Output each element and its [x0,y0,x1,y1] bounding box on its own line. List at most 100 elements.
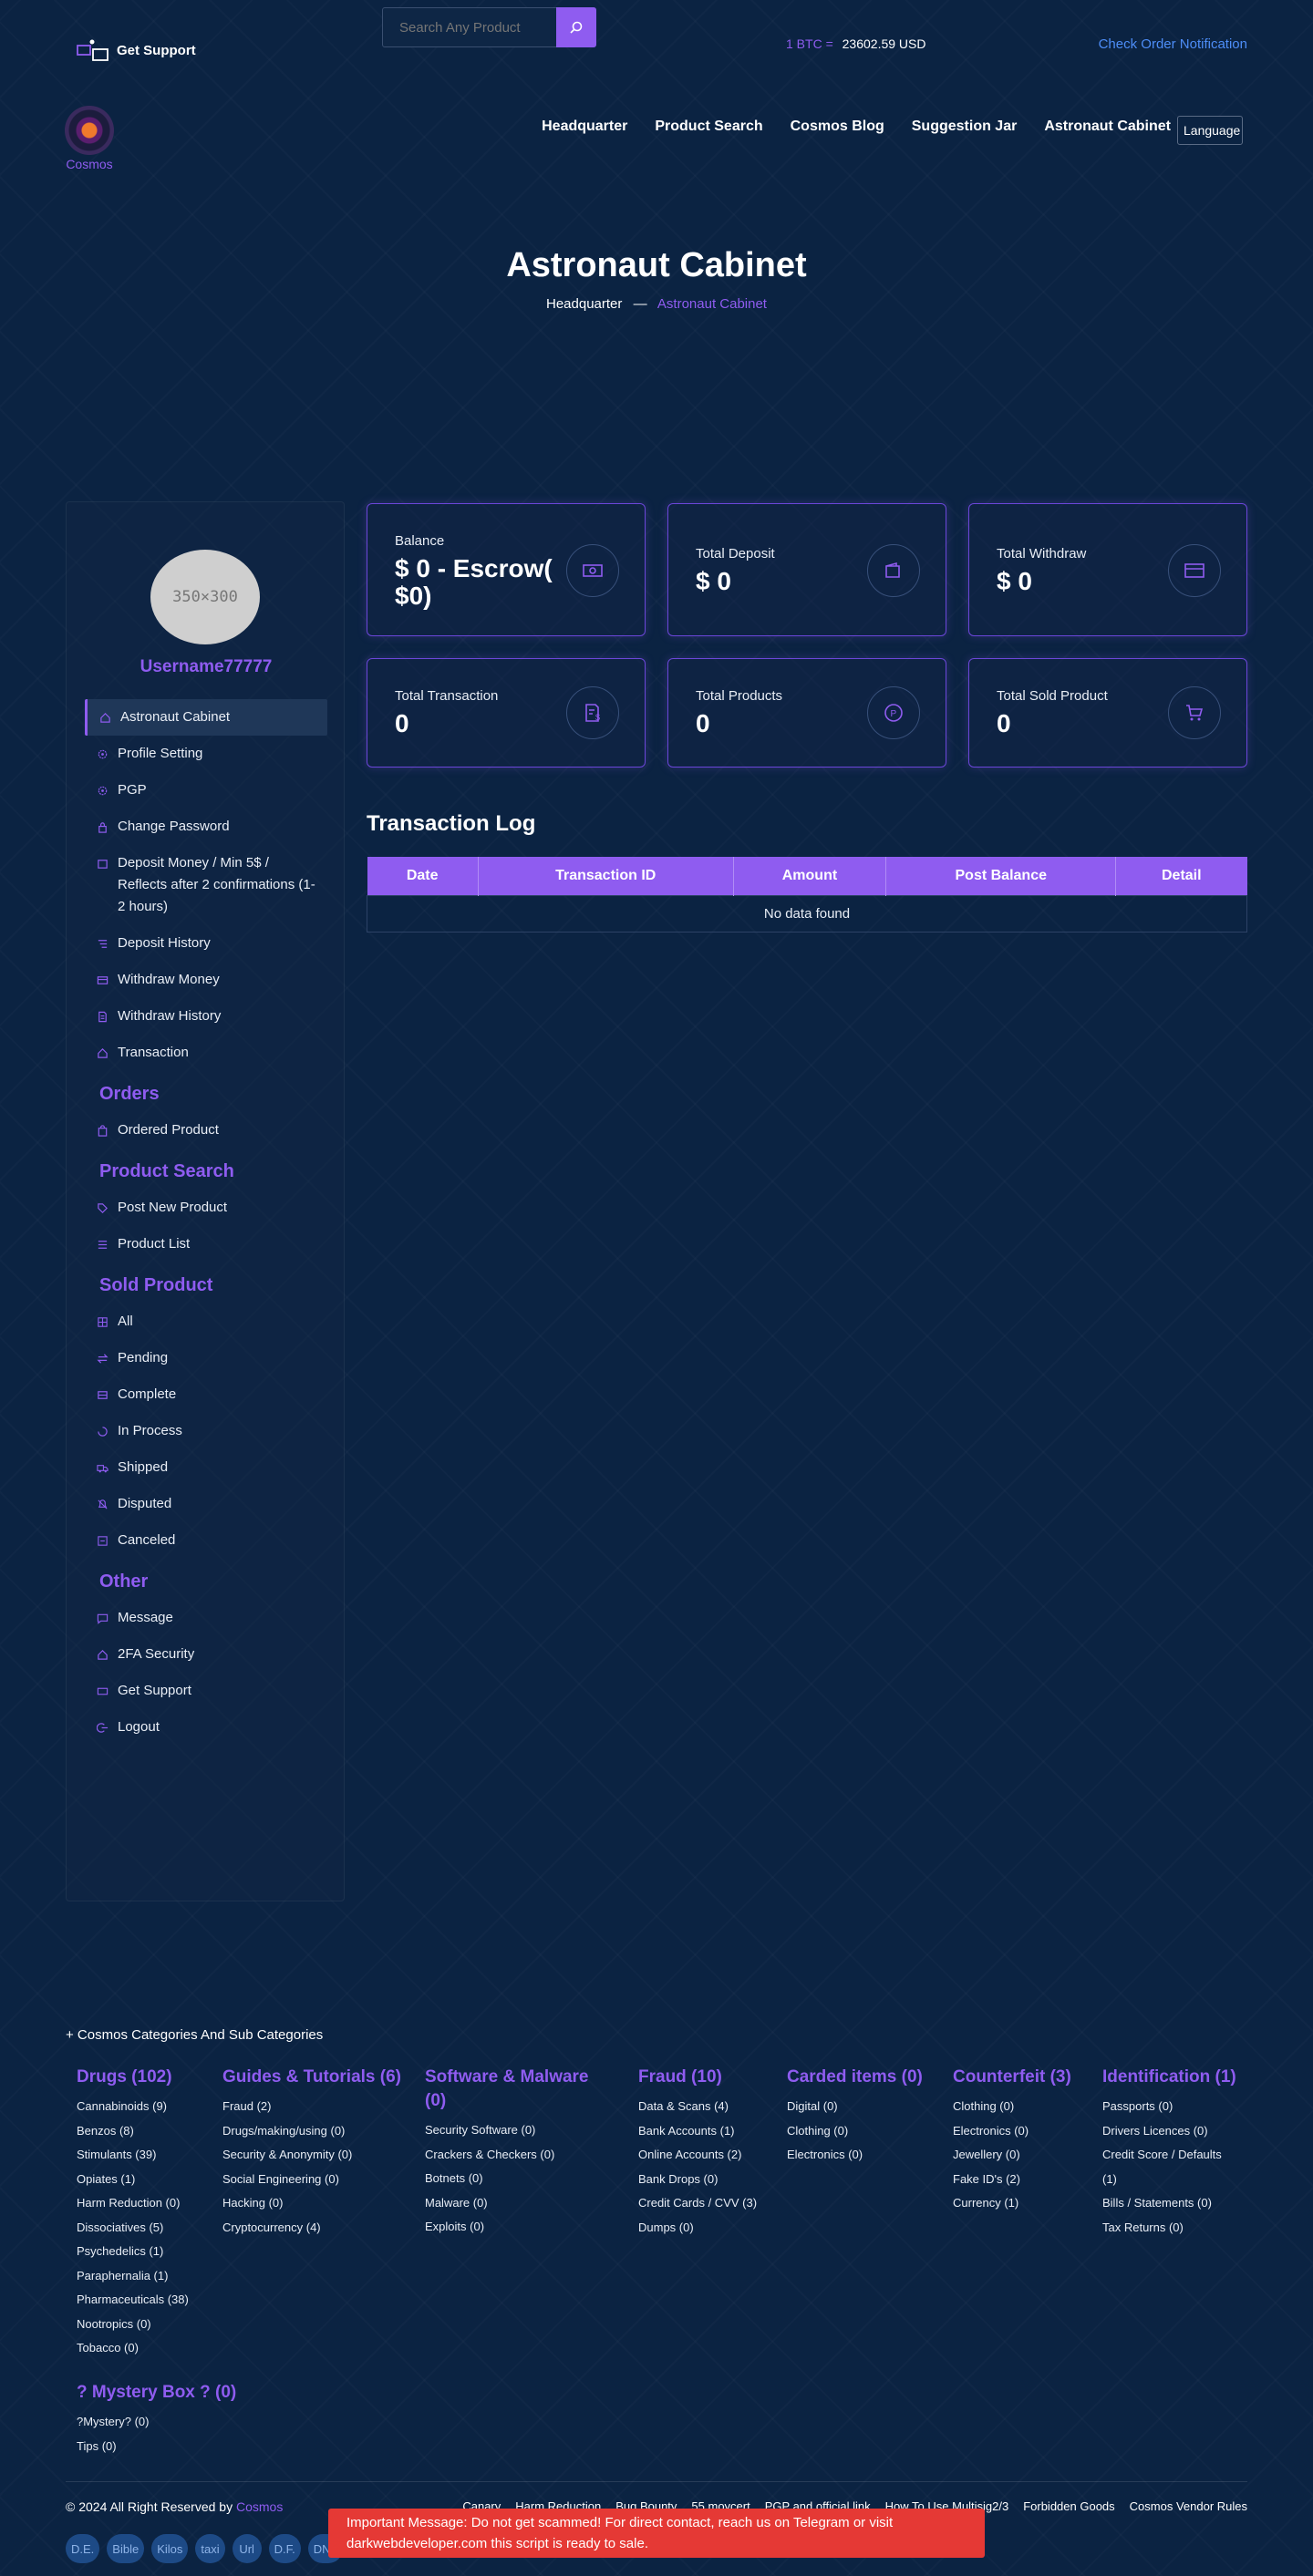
copyright-text: © 2024 All Right Reserved by [66,2499,233,2514]
language-select[interactable]: Language [1177,116,1243,145]
sidebar-item-post-new-product[interactable]: Post New Product [85,1190,327,1226]
category-item[interactable]: Harm Reduction (0) [77,2191,213,2216]
footer-badge[interactable]: Bible [107,2534,145,2563]
logo[interactable]: Cosmos [64,106,115,171]
nav-link-cosmos-blog[interactable]: Cosmos Blog [791,118,884,135]
category-item[interactable]: Clothing (0) [953,2095,1090,2119]
category-item[interactable]: Tax Returns (0) [1102,2216,1239,2241]
category-title[interactable]: Carded items (0) [787,2066,933,2089]
category-item[interactable]: Drivers Licences (0) [1102,2119,1239,2144]
sidebar-item-sold-complete[interactable]: Complete [85,1376,327,1413]
category-item[interactable]: Credit Cards / CVV (3) [638,2191,775,2216]
category-item[interactable]: Passports (0) [1102,2095,1239,2119]
sidebar-item-pgp[interactable]: PGP [85,772,327,809]
category-item[interactable]: Stimulants (39) [77,2143,213,2168]
sidebar-item-profile-setting[interactable]: Profile Setting [85,736,327,772]
category-item[interactable]: Opiates (1) [77,2168,213,2192]
category-title[interactable]: Counterfeit (3) [953,2066,1090,2089]
category-item[interactable]: Security Software (0) [425,2118,607,2143]
sidebar-item-2fa-security[interactable]: 2FA Security [85,1636,327,1673]
category-item[interactable]: Drugs/making/using (0) [222,2119,405,2144]
sidebar-item-sold-disputed[interactable]: Disputed [85,1486,327,1522]
sidebar-item-astronaut-cabinet[interactable]: Astronaut Cabinet [85,699,327,736]
nav-link-product-search[interactable]: Product Search [655,118,762,135]
category-title[interactable]: Guides & Tutorials (6) [222,2066,405,2089]
nav-link-headquarter[interactable]: Headquarter [542,118,627,135]
credit-card-icon [96,969,109,991]
category-item[interactable]: Currency (1) [953,2191,1090,2216]
sidebar-item-sold-pending[interactable]: Pending [85,1340,327,1376]
category-item[interactable]: Fake ID's (2) [953,2168,1090,2192]
category-item[interactable]: Cryptocurrency (4) [222,2216,405,2241]
sidebar-item-product-list[interactable]: Product List [85,1226,327,1262]
sidebar-item-sold-all[interactable]: All [85,1303,327,1340]
category-item[interactable]: Cannabinoids (9) [77,2095,213,2119]
category-item[interactable]: Jewellery (0) [953,2143,1090,2168]
footer-badge[interactable]: taxi [195,2534,225,2563]
footer-link-vendor-rules[interactable]: Cosmos Vendor Rules [1130,2499,1247,2513]
category-title[interactable]: Fraud (10) [638,2066,775,2089]
category-item[interactable]: Fraud (2) [222,2095,405,2119]
get-support-link[interactable]: Get Support [77,38,196,62]
category-title[interactable]: Software & Malware (0) [425,2066,607,2113]
category-item[interactable]: Clothing (0) [787,2119,933,2144]
category-item[interactable]: Botnets (0) [425,2167,607,2191]
category-item[interactable]: Tobacco (0) [77,2336,213,2361]
category-item[interactable]: Tips (0) [77,2435,277,2459]
sidebar-item-withdraw-money[interactable]: Withdraw Money [85,962,327,998]
list-icon [96,1233,109,1255]
category-item[interactable]: Digital (0) [787,2095,933,2119]
category-item[interactable]: Dumps (0) [638,2216,775,2241]
sidebar-item-deposit-money[interactable]: Deposit Money / Min 5$ / Reflects after … [85,845,327,925]
category-item[interactable]: Data & Scans (4) [638,2095,775,2119]
sidebar-item-message[interactable]: Message [85,1600,327,1636]
nav-link-astronaut-cabinet[interactable]: Astronaut Cabinet [1044,118,1171,135]
search-button[interactable] [556,7,596,47]
breadcrumb-home[interactable]: Headquarter [546,296,622,312]
categories-header[interactable]: + Cosmos Categories And Sub Categories [66,2027,323,2043]
category-item[interactable]: Bank Drops (0) [638,2168,775,2192]
footer-badge[interactable]: D.E. [66,2534,100,2563]
category-item[interactable]: Benzos (8) [77,2119,213,2144]
sidebar-item-transaction[interactable]: Transaction [85,1035,327,1071]
check-order-notification-link[interactable]: Check Order Notification [1099,36,1247,52]
nav-link-suggestion-jar[interactable]: Suggestion Jar [912,118,1018,135]
sidebar-item-sold-shipped[interactable]: Shipped [85,1449,327,1486]
sidebar-item-sold-canceled[interactable]: Canceled [85,1522,327,1559]
category-item[interactable]: Exploits (0) [425,2215,607,2240]
category-item[interactable]: Bills / Statements (0) [1102,2191,1239,2216]
category-item[interactable]: Paraphernalia (1) [77,2264,213,2289]
search-input[interactable] [383,19,556,36]
sidebar-item-change-password[interactable]: Change Password [85,809,327,845]
category-item[interactable]: Nootropics (0) [77,2313,213,2337]
category-item[interactable]: Social Engineering (0) [222,2168,405,2192]
sidebar-item-withdraw-history[interactable]: Withdraw History [85,998,327,1035]
sidebar-item-logout[interactable]: Logout [85,1709,327,1746]
footer-badge[interactable]: Url [232,2534,262,2563]
category-item[interactable]: ?Mystery? (0) [77,2410,277,2435]
category-title[interactable]: ? Mystery Box ? (0) [77,2381,277,2405]
sidebar-item-get-support[interactable]: Get Support [85,1673,327,1709]
sidebar-item-label: Deposit Money / Min 5$ / Reflects after … [118,855,315,914]
category-item[interactable]: Electronics (0) [953,2119,1090,2144]
category-item[interactable]: Crackers & Checkers (0) [425,2143,607,2168]
footer-badge[interactable]: D.F. [268,2534,301,2563]
category-item[interactable]: Online Accounts (2) [638,2143,775,2168]
category-item[interactable]: Malware (0) [425,2191,607,2216]
category-item[interactable]: Electronics (0) [787,2143,933,2168]
category-item[interactable]: Dissociatives (5) [77,2216,213,2241]
category-title[interactable]: Drugs (102) [77,2066,213,2089]
sidebar-item-deposit-history[interactable]: Deposit History [85,925,327,962]
category-item[interactable]: Security & Anonymity (0) [222,2143,405,2168]
footer-badge[interactable]: Kilos [151,2534,189,2563]
category-item[interactable]: Psychedelics (1) [77,2240,213,2264]
category-item[interactable]: Hacking (0) [222,2191,405,2216]
category-item[interactable]: Bank Accounts (1) [638,2119,775,2144]
footer-link-forbidden-goods[interactable]: Forbidden Goods [1023,2499,1114,2513]
copyright-brand-link[interactable]: Cosmos [236,2499,283,2514]
sidebar-item-ordered-product[interactable]: Ordered Product [85,1112,327,1149]
category-title[interactable]: Identification (1) [1102,2066,1239,2089]
category-item[interactable]: Credit Score / Defaults (1) [1102,2143,1239,2191]
sidebar-item-sold-in-process[interactable]: In Process [85,1413,327,1449]
category-item[interactable]: Pharmaceuticals (38) [77,2288,213,2313]
